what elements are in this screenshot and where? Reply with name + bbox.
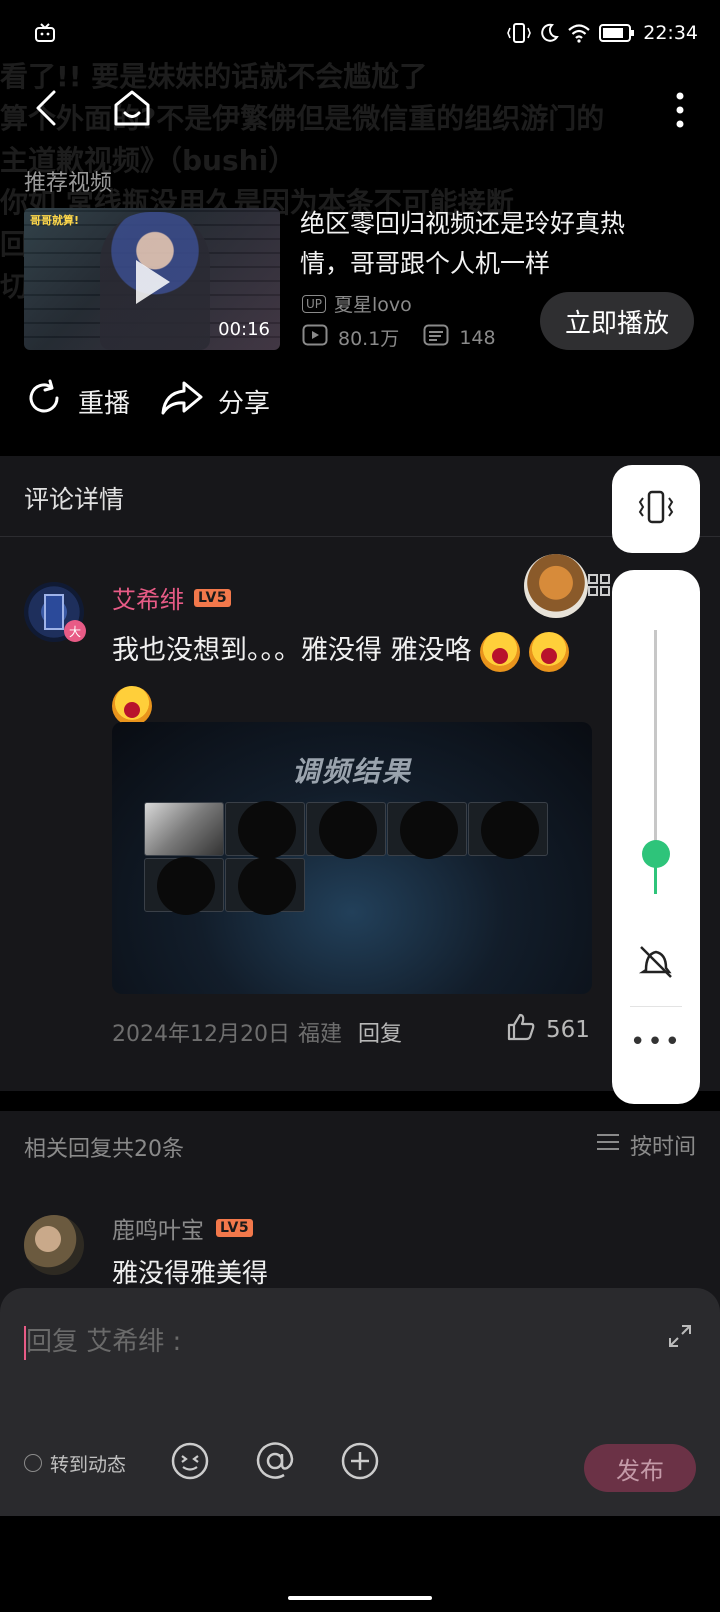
reply-input[interactable] bbox=[26, 1318, 626, 1366]
replay-label: 重播 bbox=[78, 389, 131, 419]
result-slot bbox=[144, 802, 224, 856]
slot-dot bbox=[400, 801, 458, 859]
result-slot bbox=[225, 857, 305, 915]
floating-avatar[interactable] bbox=[524, 554, 588, 618]
battery-icon bbox=[599, 23, 635, 43]
clock: 22:34 bbox=[643, 22, 698, 44]
views-count: 80.1万 bbox=[338, 328, 400, 350]
video-author[interactable]: UP 夏星lovo bbox=[302, 290, 412, 317]
repost-checkbox[interactable]: 转到动态 bbox=[24, 1450, 126, 1477]
recommend-label: 推荐视频 bbox=[24, 171, 113, 196]
top-nav bbox=[0, 80, 720, 140]
comment-location: 福建 bbox=[297, 1022, 342, 1047]
author-name: 鹿鸣叶宝 bbox=[112, 1218, 204, 1244]
result-slot bbox=[144, 857, 224, 915]
image-title: 调频结果 bbox=[291, 755, 412, 788]
sort-label: 按时间 bbox=[629, 1135, 696, 1160]
vibrate-mode-button[interactable] bbox=[612, 465, 700, 553]
comment-text: 我也没想到。。。雅没得 雅没咯 bbox=[112, 624, 612, 732]
repost-label: 转到动态 bbox=[50, 1453, 127, 1476]
danmaku-count: 148 bbox=[459, 326, 496, 349]
comment-image[interactable]: 调频结果 bbox=[112, 722, 592, 994]
sort-button[interactable]: 按时间 bbox=[596, 1129, 696, 1161]
result-slot bbox=[306, 801, 386, 859]
slot-dot bbox=[238, 857, 296, 915]
tv-icon bbox=[34, 23, 56, 43]
slot-dot bbox=[319, 801, 377, 859]
vibrate-icon bbox=[507, 22, 532, 44]
replies-section: 相关回复共20条 按时间 鹿鸣叶宝 LV5 雅没得雅美得 bbox=[0, 1111, 720, 1311]
slot-dot bbox=[238, 801, 296, 859]
more-vertical-icon[interactable] bbox=[664, 86, 696, 134]
replies-count: 相关回复共20条 bbox=[24, 1137, 184, 1162]
comment-author[interactable]: 艾希绯 LV5 bbox=[112, 580, 232, 615]
up-tag: UP bbox=[302, 294, 327, 313]
grid-icon[interactable] bbox=[588, 574, 610, 600]
share-icon bbox=[160, 380, 204, 423]
comment-body: 我也没想到。。。雅没得 雅没咯 bbox=[112, 635, 472, 666]
crying-emoji-icon bbox=[112, 685, 152, 726]
reply-button[interactable]: 回复 bbox=[358, 1016, 402, 1048]
at-mention-icon[interactable] bbox=[254, 1440, 296, 1486]
comment-date: 2024年12月20日 bbox=[112, 1022, 290, 1047]
sort-icon bbox=[596, 1132, 620, 1158]
avatar[interactable] bbox=[24, 1215, 84, 1275]
result-slot bbox=[387, 801, 467, 859]
avatar-image bbox=[44, 594, 64, 630]
volume-slider-handle[interactable] bbox=[642, 840, 670, 869]
share-button[interactable]: 分享 bbox=[160, 380, 270, 423]
vibrate-icon bbox=[636, 489, 676, 529]
author-name: 夏星lovo bbox=[334, 294, 412, 316]
crying-emoji-icon bbox=[480, 631, 521, 672]
video-thumbnail[interactable]: 哥哥就算! 00:16 bbox=[24, 208, 280, 350]
level-badge: LV5 bbox=[194, 588, 232, 607]
result-slot bbox=[468, 801, 548, 859]
reply-composer: 转到动态 发布 bbox=[0, 1288, 720, 1516]
home-icon[interactable] bbox=[108, 84, 156, 132]
comment-meta: 2024年12月20日 福建 回复 bbox=[112, 1016, 402, 1048]
wifi-icon bbox=[567, 23, 591, 43]
danmaku-icon bbox=[423, 324, 449, 351]
panel-title: 评论详情 bbox=[24, 485, 125, 514]
result-slot bbox=[225, 801, 305, 859]
video-actions: 重播 分享 bbox=[24, 378, 270, 425]
video-title[interactable]: 绝区零回归视频还是玲好真热情，哥哥跟个人机一样 bbox=[300, 204, 670, 284]
play-icon bbox=[136, 260, 170, 304]
vip-badge: 大 bbox=[64, 620, 86, 642]
video-duration: 00:16 bbox=[218, 319, 270, 340]
emoji-icon[interactable] bbox=[170, 1441, 210, 1485]
views-icon bbox=[302, 324, 328, 351]
level-badge: LV5 bbox=[216, 1219, 254, 1237]
video-stats: 80.1万 148 bbox=[302, 324, 496, 351]
more-horizontal-icon[interactable]: ••• bbox=[612, 1029, 700, 1055]
crying-emoji-icon bbox=[528, 631, 569, 672]
publish-button[interactable]: 发布 bbox=[584, 1444, 696, 1492]
mute-icon[interactable] bbox=[636, 942, 676, 986]
thumbnail-caption: 哥哥就算! bbox=[30, 214, 80, 227]
replay-button[interactable]: 重播 bbox=[24, 378, 130, 425]
reply-author[interactable]: 鹿鸣叶宝 LV5 bbox=[112, 1211, 254, 1245]
composer-toolbar: 转到动态 bbox=[24, 1440, 380, 1486]
slot-dot bbox=[157, 857, 215, 915]
like-count: 561 bbox=[546, 1017, 590, 1043]
add-icon[interactable] bbox=[340, 1441, 380, 1485]
reply-text: 雅没得雅美得 bbox=[112, 1259, 269, 1289]
expand-icon[interactable] bbox=[668, 1324, 692, 1352]
moon-icon bbox=[539, 23, 560, 43]
share-label: 分享 bbox=[218, 389, 271, 419]
author-name: 艾希绯 bbox=[112, 586, 184, 614]
like-button[interactable]: 561 bbox=[506, 1012, 590, 1048]
thumbs-up-icon bbox=[506, 1012, 536, 1048]
home-indicator[interactable] bbox=[288, 1596, 432, 1600]
back-arrow-icon[interactable] bbox=[26, 84, 66, 132]
slot-dot bbox=[481, 801, 539, 859]
radio-icon bbox=[24, 1454, 42, 1472]
divider bbox=[630, 1006, 682, 1007]
play-now-button[interactable]: 立即播放 bbox=[540, 292, 694, 350]
status-icons: 22:34 bbox=[507, 22, 698, 44]
replay-icon bbox=[24, 378, 64, 425]
volume-panel: ••• bbox=[612, 570, 700, 1104]
